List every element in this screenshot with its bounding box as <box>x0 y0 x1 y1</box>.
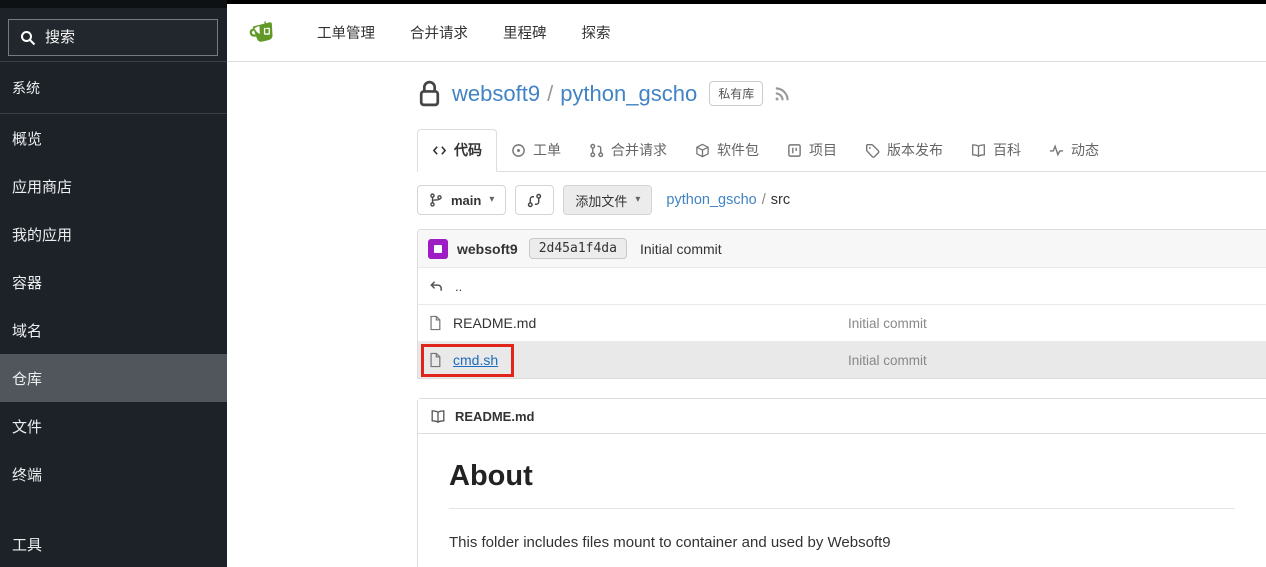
readme-body: About This folder includes files mount t… <box>418 434 1266 567</box>
file-name[interactable]: README.md <box>453 315 536 331</box>
sidebar-item-system[interactable]: 系统 <box>0 62 227 113</box>
tab-wiki[interactable]: 百科 <box>957 130 1035 171</box>
go-up-arrow-icon <box>428 279 444 294</box>
readme-panel: README.md About This folder includes fil… <box>417 398 1266 567</box>
latest-commit-row: websoft9 2d45a1f4da Initial commit <box>418 230 1266 267</box>
tab-pull-requests-label: 合并请求 <box>611 140 667 160</box>
tab-projects-label: 项目 <box>809 140 837 160</box>
gitea-nav-links: 工单管理 合并请求 里程碑 探索 <box>317 22 611 43</box>
sidebar-item-domains[interactable]: 域名 <box>0 306 227 354</box>
repo-title-separator: / <box>547 81 553 106</box>
tab-releases-label: 版本发布 <box>887 140 943 160</box>
add-file-button[interactable]: 添加文件 ▾ <box>563 185 652 215</box>
file-name-link[interactable]: cmd.sh <box>453 352 498 368</box>
sidebar-item-app-store[interactable]: 应用商店 <box>0 162 227 210</box>
sidebar-item-tools[interactable]: 工具 <box>0 520 227 567</box>
lock-icon <box>417 79 442 108</box>
gitea-logo-icon[interactable] <box>248 18 280 48</box>
file-table: websoft9 2d45a1f4da Initial commit .. <box>417 229 1266 379</box>
book-icon <box>430 409 446 424</box>
repo-header: websoft9 / python_gscho 私有库 <box>417 62 1266 108</box>
breadcrumb-repo-link[interactable]: python_gscho <box>666 192 756 208</box>
tab-pull-requests[interactable]: 合并请求 <box>575 130 681 171</box>
tab-code-label: 代码 <box>454 140 482 160</box>
repo-content: websoft9 / python_gscho 私有库 代码 <box>417 62 1266 567</box>
nav-milestones[interactable]: 里程碑 <box>503 22 547 43</box>
file-commit-message[interactable]: Initial commit <box>848 353 927 368</box>
gitea-panel: 工单管理 合并请求 里程碑 探索 websoft9 / python_gscho 私… <box>227 0 1266 567</box>
branch-name: main <box>451 193 481 208</box>
avatar[interactable] <box>428 239 448 259</box>
file-row-readme[interactable]: README.md Initial commit <box>418 304 1266 341</box>
repo-owner-link[interactable]: websoft9 <box>452 81 540 106</box>
rss-icon[interactable] <box>773 85 791 103</box>
breadcrumb-separator: / <box>762 192 766 208</box>
commit-sha-badge[interactable]: 2d45a1f4da <box>529 238 627 259</box>
compare-button[interactable] <box>515 185 554 215</box>
sidebar-item-files[interactable]: 文件 <box>0 402 227 450</box>
sidebar-item-my-apps[interactable]: 我的应用 <box>0 210 227 258</box>
tab-packages-label: 软件包 <box>717 140 759 160</box>
file-commit-message[interactable]: Initial commit <box>848 316 927 331</box>
tab-activity-label: 动态 <box>1071 140 1099 160</box>
branch-selector-button[interactable]: main ▾ <box>417 185 506 215</box>
tab-issues-label: 工单 <box>533 140 561 160</box>
tab-wiki-label: 百科 <box>993 140 1021 160</box>
sidebar-search-area <box>0 8 227 61</box>
tab-releases[interactable]: 版本发布 <box>851 130 957 171</box>
sidebar-item-repository[interactable]: 仓库 <box>0 354 227 402</box>
sidebar: 系统 概览 应用商店 我的应用 容器 域名 仓库 文件 终端 工具 <box>0 0 227 567</box>
nav-issues-admin[interactable]: 工单管理 <box>317 22 375 43</box>
breadcrumb-path: src <box>771 192 790 208</box>
file-icon <box>428 352 442 368</box>
nav-explore[interactable]: 探索 <box>582 22 611 43</box>
tab-activity[interactable]: 动态 <box>1035 130 1113 171</box>
breadcrumb: python_gscho / src <box>666 192 790 208</box>
repo-name-link[interactable]: python_gscho <box>560 81 697 106</box>
parent-directory-row[interactable]: .. <box>418 267 1266 304</box>
branch-toolbar: main ▾ 添加文件 ▾ python_gscho / src <box>417 185 1266 215</box>
tab-issues[interactable]: 工单 <box>497 130 575 171</box>
sidebar-item-containers[interactable]: 容器 <box>0 258 227 306</box>
readme-header: README.md <box>418 399 1266 434</box>
file-row-cmd-sh[interactable]: cmd.sh Initial commit <box>418 341 1266 378</box>
chevron-down-icon: ▾ <box>489 195 494 205</box>
commit-author[interactable]: websoft9 <box>457 241 518 257</box>
commit-message[interactable]: Initial commit <box>640 241 722 257</box>
search-input[interactable] <box>45 29 206 46</box>
readme-filename: README.md <box>455 409 534 424</box>
readme-heading: About <box>449 460 1235 509</box>
visibility-badge: 私有库 <box>709 81 763 106</box>
tab-code[interactable]: 代码 <box>417 129 497 172</box>
repo-title: websoft9 / python_gscho <box>452 81 697 107</box>
parent-directory-label[interactable]: .. <box>455 279 462 294</box>
readme-paragraph: This folder includes files mount to cont… <box>449 534 1235 551</box>
sidebar-top-strip <box>0 0 227 8</box>
tab-projects[interactable]: 项目 <box>773 130 851 171</box>
sidebar-item-terminal[interactable]: 终端 <box>0 450 227 498</box>
sidebar-item-overview[interactable]: 概览 <box>0 114 227 162</box>
repo-tabs: 代码 工单 合并请求 <box>417 129 1266 172</box>
file-icon <box>428 315 442 331</box>
tab-packages[interactable]: 软件包 <box>681 130 773 171</box>
app-window: 系统 概览 应用商店 我的应用 容器 域名 仓库 文件 终端 工具 <box>0 0 1266 567</box>
sidebar-search-box[interactable] <box>8 19 218 56</box>
nav-pull-requests[interactable]: 合并请求 <box>410 22 468 43</box>
add-file-label: 添加文件 <box>575 191 627 210</box>
search-icon <box>20 30 36 46</box>
chevron-down-icon: ▾ <box>635 195 640 205</box>
gitea-navbar: 工单管理 合并请求 里程碑 探索 <box>227 4 1266 62</box>
